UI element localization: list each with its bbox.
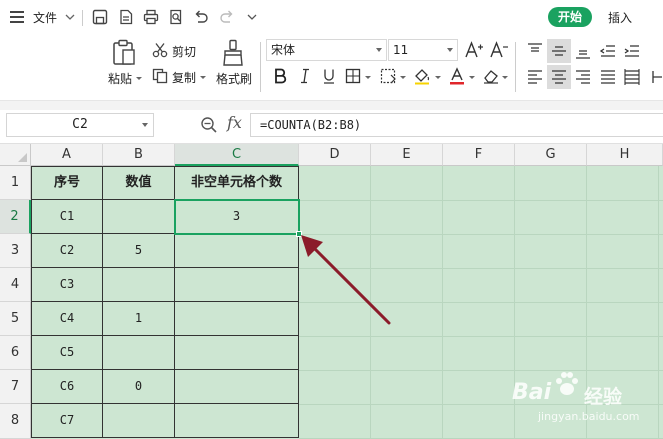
export-icon[interactable] bbox=[117, 8, 135, 26]
align-left-icon[interactable] bbox=[525, 67, 545, 87]
clear-format-icon[interactable] bbox=[482, 67, 500, 85]
chevron-down-icon[interactable] bbox=[434, 73, 442, 81]
copy-button[interactable]: 复制 bbox=[172, 69, 196, 86]
align-top-icon[interactable] bbox=[525, 41, 545, 61]
chevron-down-icon[interactable] bbox=[135, 74, 143, 82]
chevron-down-icon[interactable] bbox=[447, 48, 453, 52]
paste-icon[interactable] bbox=[111, 39, 137, 67]
font-size-select[interactable]: 11 bbox=[388, 39, 458, 61]
chevron-down-icon[interactable] bbox=[399, 73, 407, 81]
save-icon[interactable] bbox=[91, 8, 109, 26]
chevron-down-icon[interactable] bbox=[364, 73, 372, 81]
chevron-down-icon[interactable] bbox=[376, 48, 382, 52]
increase-font-size-icon[interactable] bbox=[464, 40, 484, 60]
distributed-icon[interactable] bbox=[622, 67, 642, 87]
fill-color-icon[interactable] bbox=[413, 67, 431, 85]
ribbon-divider bbox=[0, 100, 663, 110]
customize-toolbar-icon[interactable] bbox=[243, 8, 261, 26]
chevron-down-icon[interactable] bbox=[64, 11, 76, 23]
divider bbox=[260, 42, 261, 92]
paste-button[interactable]: 粘贴 bbox=[108, 70, 132, 87]
name-box[interactable]: C2 bbox=[6, 113, 154, 137]
border-style-icon[interactable] bbox=[379, 67, 397, 85]
align-middle-icon[interactable] bbox=[549, 41, 569, 61]
paw-logo-icon bbox=[556, 372, 578, 395]
file-menu[interactable]: 文件 bbox=[33, 9, 57, 26]
align-bottom-icon[interactable] bbox=[573, 41, 593, 61]
watermark-brand-cn: 经验 bbox=[584, 386, 623, 408]
wrap-text-icon[interactable] bbox=[650, 67, 663, 87]
justify-icon[interactable] bbox=[598, 67, 618, 87]
ribbon: 粘贴 剪切 复制 格式刷 宋体 11 bbox=[0, 36, 663, 100]
borders-icon[interactable] bbox=[344, 67, 362, 85]
tab-home[interactable]: 开始 bbox=[548, 7, 592, 27]
font-color-icon[interactable] bbox=[448, 67, 466, 85]
watermark-brand: Bai bbox=[512, 380, 552, 405]
cut-button[interactable]: 剪切 bbox=[172, 43, 196, 60]
formula-bar: C2 fx =COUNTA(B2:B8) bbox=[0, 110, 663, 144]
decrease-font-size-icon[interactable] bbox=[489, 40, 509, 60]
align-right-icon[interactable] bbox=[573, 67, 593, 87]
print-preview-icon[interactable] bbox=[167, 8, 185, 26]
spreadsheet-grid[interactable]: A B C D E F G H 1 2 3 4 5 6 7 8 序号 数值 非空… bbox=[0, 144, 663, 439]
menu-icon[interactable] bbox=[10, 11, 24, 23]
underline-icon[interactable] bbox=[320, 67, 338, 85]
font-name-select[interactable]: 宋体 bbox=[266, 39, 387, 61]
cell-reference: C2 bbox=[72, 117, 88, 132]
decrease-indent-icon[interactable] bbox=[598, 41, 618, 61]
chevron-down-icon[interactable] bbox=[501, 73, 509, 81]
formula-input[interactable]: =COUNTA(B2:B8) bbox=[250, 113, 663, 137]
redo-icon[interactable] bbox=[218, 8, 236, 26]
undo-icon[interactable] bbox=[192, 8, 210, 26]
chevron-down-icon[interactable] bbox=[468, 73, 476, 81]
align-center-icon[interactable] bbox=[549, 67, 569, 87]
tab-insert[interactable]: 插入 bbox=[608, 9, 632, 26]
bold-icon[interactable] bbox=[271, 67, 289, 85]
fx-insert-function-icon[interactable]: fx bbox=[227, 113, 242, 132]
italic-icon[interactable] bbox=[296, 67, 314, 85]
chevron-down-icon[interactable] bbox=[142, 123, 148, 127]
increase-indent-icon[interactable] bbox=[622, 41, 642, 61]
format-painter-button[interactable]: 格式刷 bbox=[216, 70, 252, 87]
font-size-value: 11 bbox=[393, 43, 409, 57]
cut-icon[interactable] bbox=[152, 42, 168, 58]
format-painter-icon[interactable] bbox=[221, 39, 245, 67]
divider bbox=[515, 42, 516, 92]
divider bbox=[82, 10, 83, 26]
font-name-value: 宋体 bbox=[271, 43, 296, 57]
menu-bar: 文件 开始 插入 bbox=[0, 0, 663, 36]
chevron-down-icon[interactable] bbox=[199, 73, 207, 81]
zoom-icon[interactable] bbox=[199, 115, 219, 135]
watermark-url: jingyan.baidu.com bbox=[538, 410, 640, 423]
copy-icon[interactable] bbox=[152, 68, 168, 84]
print-icon[interactable] bbox=[142, 8, 160, 26]
